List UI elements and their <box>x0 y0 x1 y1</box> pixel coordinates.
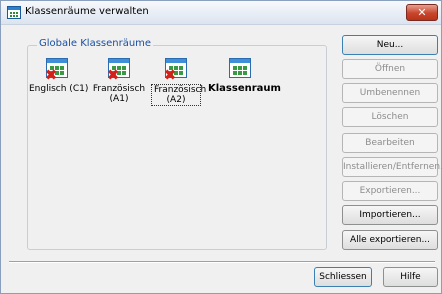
close-button[interactable]: ✕ <box>406 4 438 21</box>
title-bar[interactable]: Klassenräume verwalten ✕ <box>1 1 441 25</box>
group-legend: Globale Klassenräume <box>37 38 154 49</box>
room-label: Französisch (A1) <box>92 84 146 104</box>
import-button[interactable]: Importieren... <box>342 205 438 225</box>
open-button[interactable]: Öffnen <box>342 59 438 79</box>
classroom-icon: ✖ <box>44 58 70 84</box>
classroom-icon: ✖ <box>106 58 132 84</box>
window-title: Klassenräume verwalten <box>25 6 149 17</box>
room-item-franzoesisch-a2[interactable]: ✖ Französisch (A2) <box>148 58 206 106</box>
room-item-franzoesisch-a1[interactable]: ✖ Französisch (A1) <box>91 58 147 104</box>
edit-button[interactable]: Bearbeiten <box>342 133 438 153</box>
footer-separator <box>9 261 435 263</box>
export-all-button[interactable]: Alle exportieren... <box>342 230 438 250</box>
missing-x-icon: ✖ <box>163 66 177 84</box>
help-button[interactable]: Hilfe <box>383 267 438 287</box>
classroom-icon: ✖ <box>163 58 189 84</box>
install-remove-button[interactable]: Installieren/Entfernen... <box>342 157 442 177</box>
room-label: Englisch (C1) <box>29 84 89 94</box>
room-item-englisch-c1[interactable]: ✖ Englisch (C1) <box>29 58 89 94</box>
rename-button[interactable]: Umbenennen <box>342 83 438 103</box>
missing-x-icon: ✖ <box>44 66 58 84</box>
room-label: Klassenraum <box>208 83 281 94</box>
room-label-selected: Französisch (A2) <box>151 84 206 106</box>
export-button[interactable]: Exportieren... <box>342 181 438 201</box>
close-dialog-button[interactable]: Schliessen <box>314 267 372 287</box>
missing-x-icon: ✖ <box>106 66 120 84</box>
delete-button[interactable]: Löschen <box>342 107 438 127</box>
room-item-klassenraum[interactable]: Klassenraum <box>208 58 281 94</box>
classroom-app-icon <box>7 6 21 19</box>
dialog-window: Klassenräume verwalten ✕ Globale Klassen… <box>0 0 442 294</box>
classroom-icon <box>227 58 253 82</box>
new-button[interactable]: Neu... <box>342 35 438 55</box>
